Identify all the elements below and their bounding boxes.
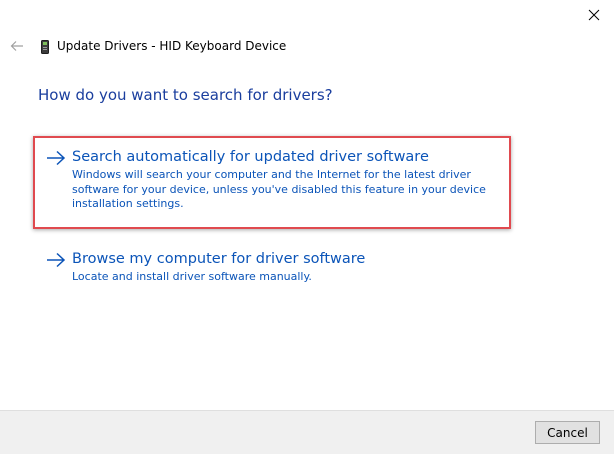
option-description: Windows will search your computer and th…: [72, 168, 486, 210]
keyboard-device-icon: [41, 39, 49, 54]
update-drivers-window: Update Drivers - HID Keyboard Device How…: [0, 0, 614, 454]
close-button[interactable]: [583, 4, 605, 26]
arrow-right-icon: [46, 150, 66, 166]
arrow-right-icon: [46, 252, 66, 268]
option-title: Search automatically for updated driver …: [72, 149, 429, 165]
option-description: Locate and install driver software manua…: [72, 270, 312, 283]
option-title: Browse my computer for driver software: [72, 251, 366, 267]
window-title: Update Drivers - HID Keyboard Device: [57, 39, 287, 53]
back-button[interactable]: [8, 37, 26, 55]
close-icon: [588, 6, 600, 25]
cancel-button[interactable]: Cancel: [535, 421, 600, 444]
title-bar: Update Drivers - HID Keyboard Device: [8, 36, 286, 56]
browse-computer-option[interactable]: Browse my computer for driver software L…: [46, 249, 512, 285]
page-heading: How do you want to search for drivers?: [38, 86, 333, 104]
search-automatically-option[interactable]: Search automatically for updated driver …: [46, 147, 512, 212]
footer-bar: Cancel: [0, 410, 614, 454]
back-arrow-icon: [10, 37, 24, 56]
